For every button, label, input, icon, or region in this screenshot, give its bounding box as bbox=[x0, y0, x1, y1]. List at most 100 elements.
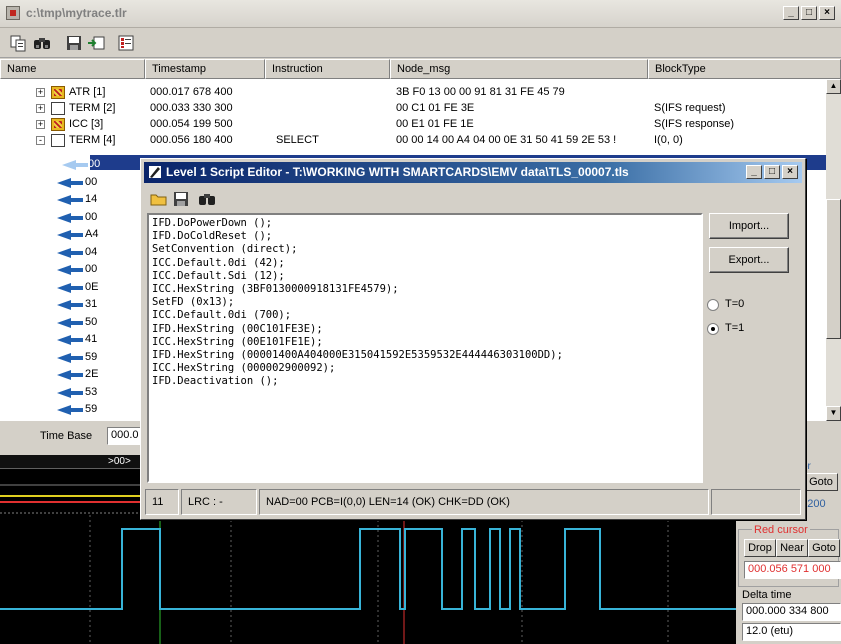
byte-arrow-icon bbox=[57, 247, 83, 258]
red-cursor-value: 000.056 571 000 bbox=[744, 561, 841, 579]
import-button[interactable]: Import... bbox=[709, 213, 789, 239]
tree-row[interactable]: + TERM [2] 000.033 330 300 00 C1 01 FE 3E S(… bbox=[0, 101, 826, 117]
byte-value: 00 bbox=[85, 210, 98, 223]
collapse-icon[interactable]: - bbox=[36, 136, 45, 145]
save-icon[interactable] bbox=[64, 33, 84, 53]
code-line[interactable]: IFD.DoColdReset (); bbox=[149, 230, 701, 243]
expand-icon[interactable]: + bbox=[36, 104, 45, 113]
node-timestamp: 000.054 199 500 bbox=[150, 118, 233, 130]
goto-top-button[interactable]: Goto bbox=[804, 473, 838, 491]
node-msg: 3B F0 13 00 00 91 81 31 FE 45 79 bbox=[396, 86, 565, 98]
status-empty bbox=[711, 489, 801, 515]
code-line[interactable]: ICC.Default.Sdi (12); bbox=[149, 270, 701, 283]
scroll-up-button[interactable]: ▲ bbox=[826, 79, 841, 94]
node-name: TERM [4] bbox=[69, 134, 116, 146]
radio-t1-indicator bbox=[707, 323, 719, 335]
byte-arrow-icon bbox=[57, 230, 83, 240]
column-blocktype[interactable]: BlockType bbox=[648, 59, 841, 79]
tree-row[interactable]: - TERM [4] 000.056 180 400 SELECT 00 00 14 0… bbox=[0, 133, 826, 149]
dialog-save-icon[interactable] bbox=[171, 189, 191, 209]
copy-icon[interactable] bbox=[8, 33, 28, 53]
open-folder-icon[interactable] bbox=[149, 189, 169, 209]
byte-value: 04 bbox=[85, 245, 98, 258]
drop-button[interactable]: Drop bbox=[744, 539, 776, 557]
byte-arrow-icon bbox=[57, 317, 83, 328]
byte-value: A4 bbox=[85, 228, 99, 240]
column-instruction[interactable]: Instruction bbox=[265, 59, 390, 79]
byte-arrow-icon bbox=[57, 370, 83, 380]
byte-arrow-icon bbox=[57, 195, 83, 205]
code-line[interactable]: IFD.DoPowerDown (); bbox=[149, 217, 701, 230]
byte-arrow-icon bbox=[57, 282, 83, 293]
dialog-title-bar[interactable]: Level 1 Script Editor - T:\WORKING WITH … bbox=[144, 162, 802, 183]
code-line[interactable]: ICC.HexString (00E101FE1E); bbox=[149, 336, 701, 349]
code-line[interactable]: ICC.HexString (000002900092); bbox=[149, 362, 701, 375]
code-line[interactable]: SetConvention (direct); bbox=[149, 243, 701, 256]
tree-row[interactable]: + ICC [3] 000.054 199 500 00 E1 01 FE 1E S(I… bbox=[0, 117, 826, 133]
column-node-msg[interactable]: Node_msg bbox=[390, 59, 648, 79]
scroll-thumb[interactable] bbox=[826, 199, 841, 339]
maximize-button[interactable]: □ bbox=[801, 6, 817, 20]
byte-arrow-icon bbox=[57, 387, 83, 398]
column-name[interactable]: Name bbox=[0, 59, 145, 79]
tree-view-icon[interactable] bbox=[116, 33, 136, 53]
minimize-button[interactable]: _ bbox=[783, 6, 799, 20]
waveform-view[interactable] bbox=[0, 515, 736, 644]
code-line[interactable]: IFD.Deactivation (); bbox=[149, 375, 701, 388]
near-button[interactable]: Near bbox=[776, 539, 808, 557]
title-bar: c:\tmp\mytrace.tlr _ □ × bbox=[0, 0, 841, 28]
scroll-down-button[interactable]: ▼ bbox=[826, 406, 841, 421]
byte-value: 0E bbox=[85, 280, 99, 293]
find-icon[interactable] bbox=[32, 33, 52, 53]
expand-icon[interactable]: + bbox=[36, 120, 45, 129]
node-name: ATR [1] bbox=[69, 86, 106, 98]
app-icon bbox=[6, 6, 20, 20]
waveform-header: >00> bbox=[0, 455, 148, 522]
script-editor-dialog: Level 1 Script Editor - T:\WORKING WITH … bbox=[140, 158, 806, 520]
node-msg: 00 C1 01 FE 3E bbox=[396, 102, 475, 114]
dialog-title: Level 1 Script Editor - T:\WORKING WITH … bbox=[166, 165, 629, 179]
etu-value: 12.0 (etu) bbox=[742, 623, 841, 641]
dialog-toolbar bbox=[145, 187, 265, 211]
code-line[interactable]: ICC.Default.0di (42); bbox=[149, 257, 701, 270]
main-toolbar bbox=[0, 28, 841, 58]
dialog-minimize-button[interactable]: _ bbox=[746, 165, 762, 179]
node-blocktype: I(0, 0) bbox=[654, 134, 683, 146]
expand-icon[interactable]: + bbox=[36, 88, 45, 97]
main-window: c:\tmp\mytrace.tlr _ □ × Name Timestamp … bbox=[0, 0, 841, 644]
tree-scrollbar[interactable]: ▲ ▼ bbox=[826, 79, 841, 421]
byte-arrow-icon bbox=[57, 335, 83, 345]
byte-arrow-icon bbox=[62, 160, 88, 170]
node-name: TERM [2] bbox=[69, 102, 116, 114]
close-button[interactable]: × bbox=[819, 6, 835, 20]
script-editor[interactable]: IFD.DoPowerDown (); IFD.DoColdReset (); Se… bbox=[147, 213, 703, 483]
export-icon[interactable] bbox=[86, 33, 106, 53]
window-title: c:\tmp\mytrace.tlr bbox=[26, 6, 127, 20]
code-line[interactable]: ICC.HexString (3BF0130000918131FE4579); bbox=[149, 283, 701, 296]
byte-value: 59 bbox=[85, 350, 98, 363]
term-node-icon bbox=[51, 134, 65, 147]
dialog-find-icon[interactable] bbox=[197, 189, 217, 209]
dialog-maximize-button[interactable]: □ bbox=[764, 165, 780, 179]
node-instruction: SELECT bbox=[276, 134, 319, 146]
byte-value: 2E bbox=[85, 368, 99, 380]
byte-value: 41 bbox=[85, 333, 98, 345]
byte-value: 59 bbox=[85, 403, 98, 415]
byte-arrow-icon bbox=[57, 300, 83, 310]
byte-arrow-icon bbox=[57, 405, 83, 415]
code-line[interactable]: IFD.HexString (00C101FE3E); bbox=[149, 323, 701, 336]
radio-t0[interactable]: T=0 bbox=[707, 297, 777, 313]
byte-arrow-icon bbox=[57, 212, 83, 223]
script-editor-icon bbox=[148, 165, 162, 179]
column-timestamp[interactable]: Timestamp bbox=[145, 59, 265, 79]
tree-row[interactable]: + ATR [1] 000.017 678 400 3B F0 13 00 00 91… bbox=[0, 85, 826, 101]
code-line[interactable]: ICC.Default.0di (700); bbox=[149, 309, 701, 322]
export-button[interactable]: Export... bbox=[709, 247, 789, 273]
goto-button[interactable]: Goto bbox=[808, 539, 840, 557]
radio-t1[interactable]: T=1 bbox=[707, 321, 777, 337]
dialog-close-button[interactable]: × bbox=[782, 165, 798, 179]
red-cursor-label: Red cursor bbox=[752, 524, 810, 536]
column-headers: Name Timestamp Instruction Node_msg Bloc… bbox=[0, 59, 841, 79]
code-line[interactable]: SetFD (0x13); bbox=[149, 296, 701, 309]
code-line[interactable]: IFD.HexString (00001400A404000E315041592… bbox=[149, 349, 701, 362]
